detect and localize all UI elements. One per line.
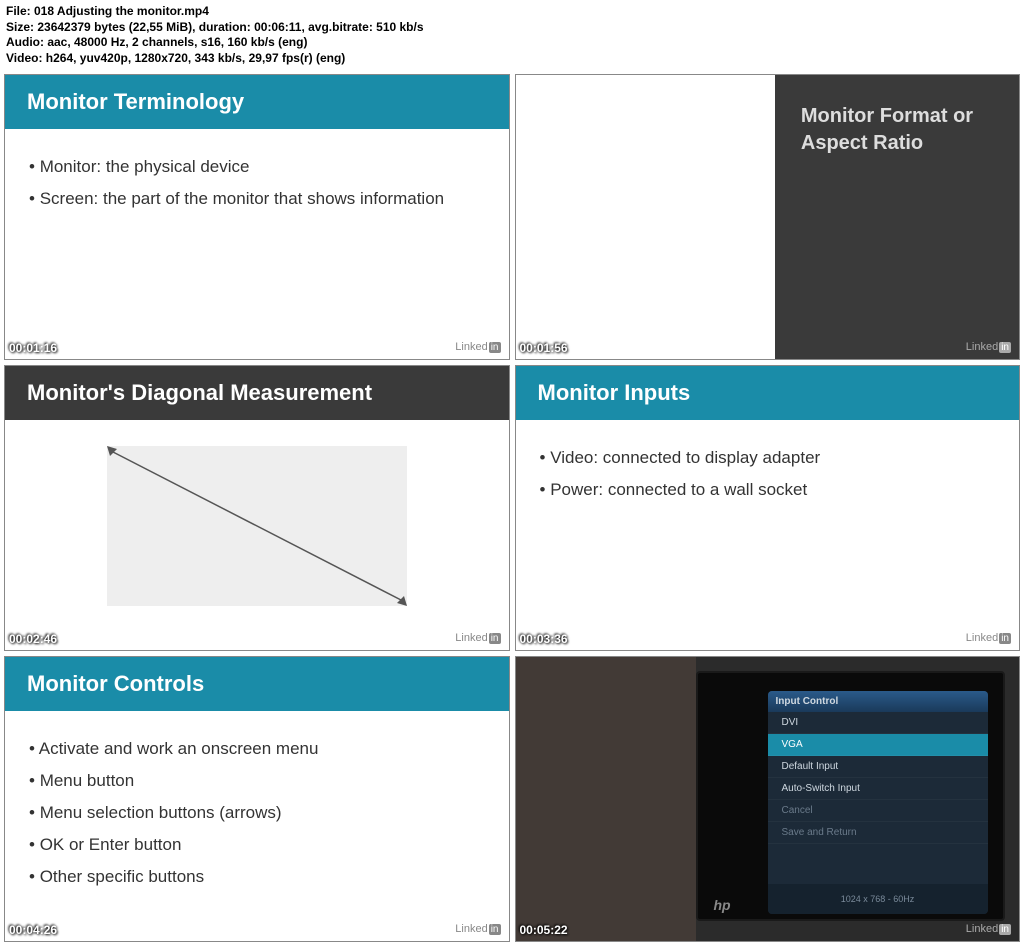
bullet: Menu selection buttons (arrows) — [29, 803, 485, 823]
bullet: Other specific buttons — [29, 867, 485, 887]
slide-title: Monitor Terminology — [5, 75, 509, 129]
linkedin-logo: Linkedin — [455, 632, 500, 644]
diagonal-diagram — [107, 446, 407, 606]
wall-background — [516, 657, 696, 941]
slide-title: Monitor Controls — [5, 657, 509, 711]
slide-title: Monitor's Diagonal Measurement — [5, 366, 509, 420]
meta-video: Video: h264, yuv420p, 1280x720, 343 kb/s… — [6, 51, 1018, 67]
linkedin-logo: Linkedin — [966, 632, 1011, 644]
timestamp: 00:01:56 — [520, 341, 568, 355]
bullet: Power: connected to a wall socket — [540, 480, 996, 500]
diagonal-arrow-icon — [107, 446, 407, 606]
osd-menu: Input Control DVI VGA Default Input Auto… — [768, 691, 988, 914]
timestamp: 00:04:26 — [9, 923, 57, 937]
bullet: Screen: the part of the monitor that sho… — [29, 189, 485, 209]
osd-item: Save and Return — [768, 822, 988, 844]
monitor-photo: Input Control DVI VGA Default Input Auto… — [516, 657, 1020, 941]
slide-bullets: Monitor: the physical device Screen: the… — [5, 129, 509, 237]
slide-title-dark: Monitor Format or Aspect Ratio — [775, 75, 1019, 359]
file-metadata: File: 018 Adjusting the monitor.mp4 Size… — [0, 0, 1024, 70]
timestamp: 00:01:16 — [9, 341, 57, 355]
thumb-2: Monitor Format or Aspect Ratio 00:01:56 … — [515, 74, 1021, 360]
thumb-6: Input Control DVI VGA Default Input Auto… — [515, 656, 1021, 942]
osd-item: Auto-Switch Input — [768, 778, 988, 800]
osd-title: Input Control — [768, 691, 988, 712]
bullet: Monitor: the physical device — [29, 157, 485, 177]
linkedin-logo: Linkedin — [455, 923, 500, 935]
thumbnail-grid: Monitor Terminology Monitor: the physica… — [0, 70, 1024, 946]
meta-size: Size: 23642379 bytes (22,55 MiB), durati… — [6, 20, 1018, 36]
bullet: OK or Enter button — [29, 835, 485, 855]
timestamp: 00:02:46 — [9, 632, 57, 646]
osd-item: Cancel — [768, 800, 988, 822]
slide-bullets: Activate and work an onscreen menu Menu … — [5, 711, 509, 915]
physical-monitor: Input Control DVI VGA Default Input Auto… — [696, 671, 1006, 921]
meta-file: File: 018 Adjusting the monitor.mp4 — [6, 4, 1018, 20]
thumb-1: Monitor Terminology Monitor: the physica… — [4, 74, 510, 360]
osd-item-selected: VGA — [768, 734, 988, 756]
thumb-3: Monitor's Diagonal Measurement 00:02:46 … — [4, 365, 510, 651]
bullet: Video: connected to display adapter — [540, 448, 996, 468]
timestamp: 00:05:22 — [520, 923, 568, 937]
bullet: Menu button — [29, 771, 485, 791]
bullet: Activate and work an onscreen menu — [29, 739, 485, 759]
linkedin-logo: Linkedin — [455, 341, 500, 353]
osd-item: Default Input — [768, 756, 988, 778]
linkedin-logo: Linkedin — [966, 341, 1011, 353]
hp-logo: hp — [714, 897, 731, 913]
thumb-4: Monitor Inputs Video: connected to displ… — [515, 365, 1021, 651]
linkedin-logo: Linkedin — [966, 923, 1011, 935]
timestamp: 00:03:36 — [520, 632, 568, 646]
osd-resolution: 1024 x 768 - 60Hz — [768, 884, 988, 914]
thumb-5: Monitor Controls Activate and work an on… — [4, 656, 510, 942]
slide-title: Monitor Inputs — [516, 366, 1020, 420]
slide-bullets: Video: connected to display adapter Powe… — [516, 420, 1020, 528]
meta-audio: Audio: aac, 48000 Hz, 2 channels, s16, 1… — [6, 35, 1018, 51]
osd-item: DVI — [768, 712, 988, 734]
